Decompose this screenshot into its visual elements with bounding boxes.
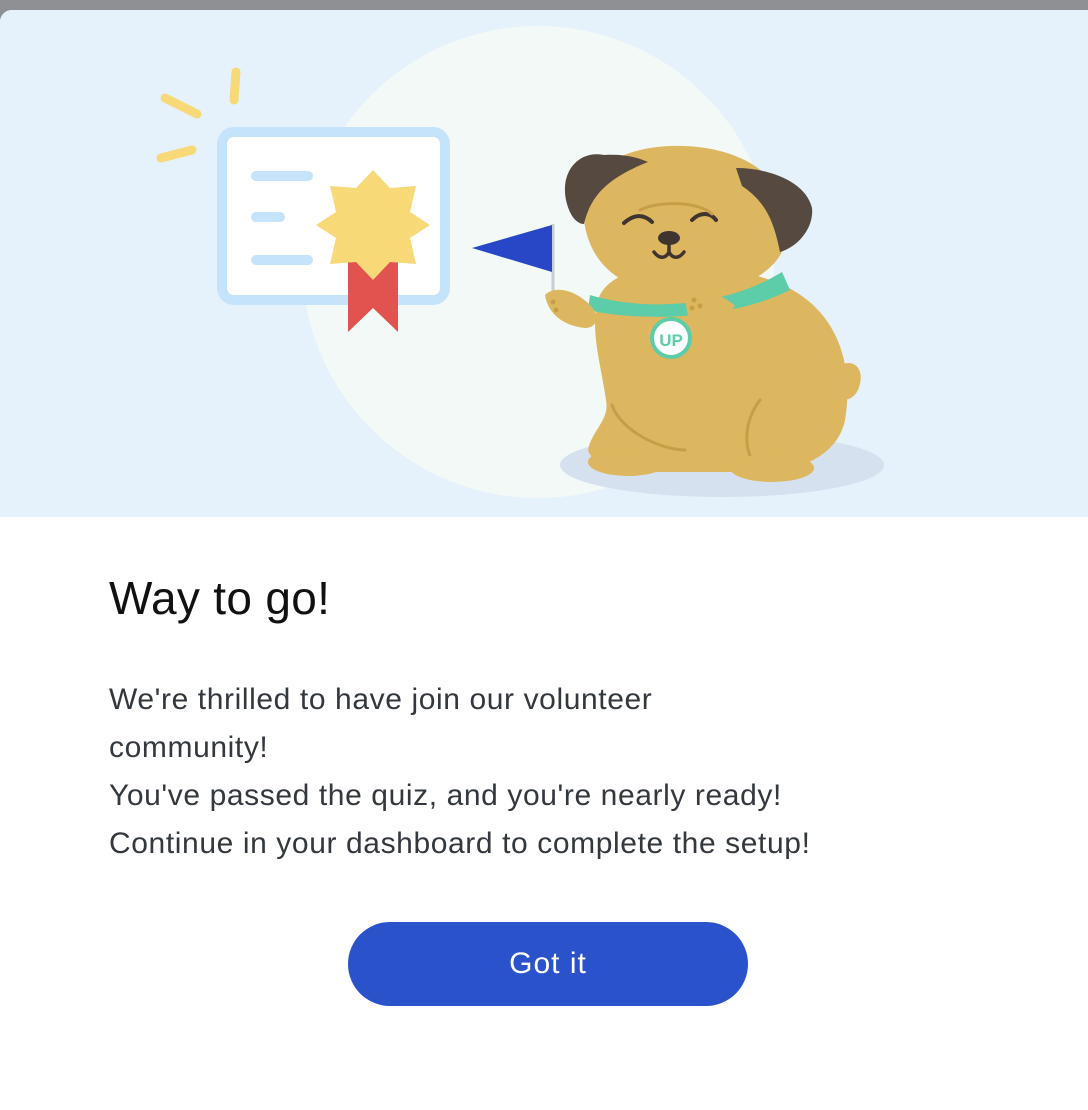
welcome-modal: UP Way to go! We're thrilled to have joi…	[0, 10, 1088, 1110]
dialog-message: We're thrilled to have join our voluntee…	[109, 676, 989, 868]
message-line-dashboard: Continue in your dashboard to complete t…	[109, 827, 811, 860]
message-line-welcome: We're thrilled to have join our voluntee…	[109, 683, 653, 764]
up-badge-text: UP	[659, 331, 683, 350]
dialog-title: Way to go!	[109, 572, 331, 624]
got-it-button[interactable]: Got it	[348, 922, 748, 1006]
hero-illustration: UP	[0, 10, 1088, 517]
award-star-icon	[316, 170, 430, 280]
message-line-quiz: You've passed the quiz, and you're nearl…	[109, 779, 782, 812]
illustration-canvas: UP	[156, 26, 884, 498]
